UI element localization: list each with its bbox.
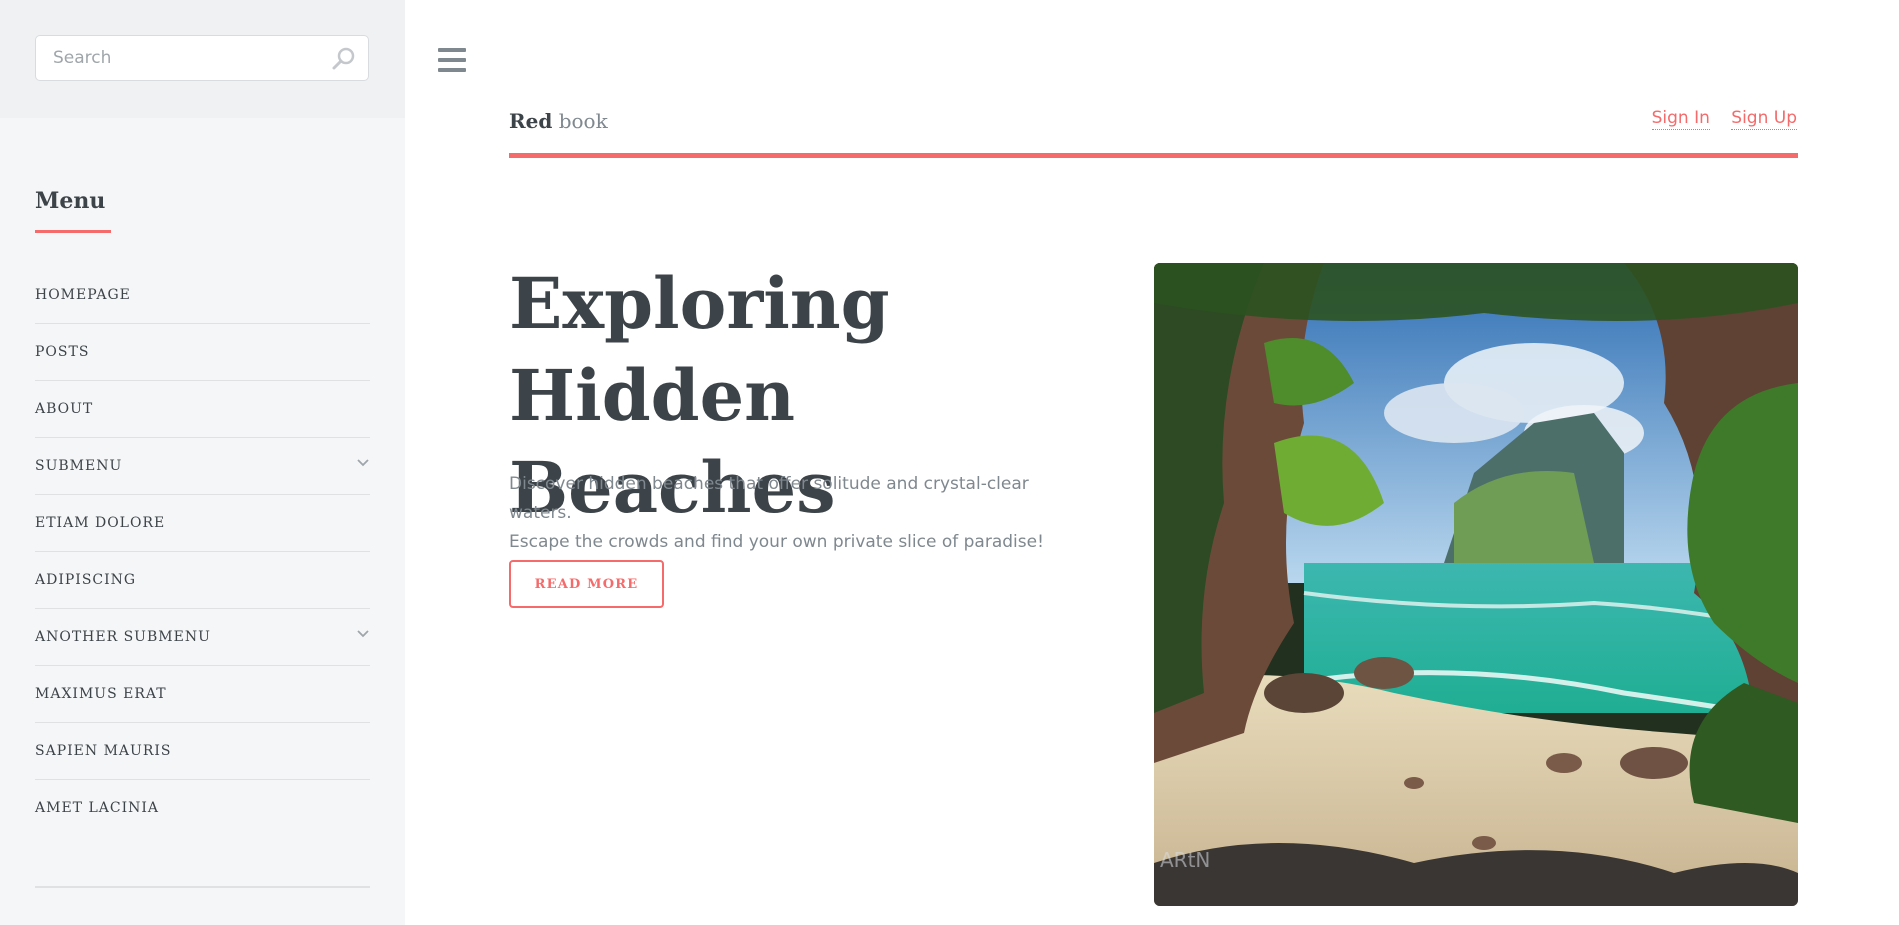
menu-item-adipiscing[interactable]: ADIPISCING <box>35 552 370 609</box>
banner-description-line2: Escape the crowds and find your own priv… <box>509 532 1044 552</box>
search-input[interactable] <box>36 36 333 80</box>
read-more-button[interactable]: READ MORE <box>509 560 664 608</box>
menu-item-amet-lacinia[interactable]: AMET LACINIA <box>35 780 370 837</box>
menu-item-label: ANOTHER SUBMENU <box>35 629 211 645</box>
chevron-down-icon[interactable] <box>356 456 370 470</box>
menu-item-another-submenu[interactable]: ANOTHER SUBMENU <box>35 609 370 666</box>
menu-item-maximus-erat[interactable]: MAXIMUS ERAT <box>35 666 370 723</box>
sign-in-link[interactable]: Sign In <box>1651 108 1710 130</box>
menu-item-submenu[interactable]: SUBMENU <box>35 438 370 495</box>
menu-item-label: AMET LACINIA <box>35 800 159 816</box>
menu-item-about[interactable]: ABOUT <box>35 381 370 438</box>
menu-item-label: ADIPISCING <box>35 572 137 588</box>
image-signature: ARtN <box>1160 848 1210 872</box>
menu-item-label: HOMEPAGE <box>35 287 131 303</box>
sign-up-link[interactable]: Sign Up <box>1731 108 1797 130</box>
search-section <box>0 0 405 118</box>
chevron-down-icon[interactable] <box>356 627 370 641</box>
hero-image: ARtN <box>1154 263 1798 906</box>
sidebar-divider <box>35 886 370 888</box>
banner-title-line1: Exploring <box>509 262 890 345</box>
beach-cove-illustration: ARtN <box>1154 263 1798 906</box>
menu-item-homepage[interactable]: HOMEPAGE <box>35 267 370 324</box>
auth-links: Sign In Sign Up <box>1636 108 1797 130</box>
menu-item-label: ABOUT <box>35 401 94 417</box>
logo-strong: Red <box>509 109 553 133</box>
search-box <box>35 35 369 81</box>
menu-title-underline <box>35 230 111 233</box>
menu-item-label: SAPIEN MAURIS <box>35 743 172 759</box>
menu-item-sapien-mauris[interactable]: SAPIEN MAURIS <box>35 723 370 780</box>
logo-light: book <box>558 109 608 133</box>
menu-item-posts[interactable]: POSTS <box>35 324 370 381</box>
header-divider <box>509 153 1798 158</box>
menu-item-label: ETIAM DOLORE <box>35 515 166 531</box>
menu-item-label: MAXIMUS ERAT <box>35 686 167 702</box>
banner-description-line1: Discover hidden beaches that offer solit… <box>509 474 1029 523</box>
site-logo[interactable]: Red book <box>509 109 608 133</box>
search-icon[interactable] <box>330 45 358 73</box>
sidebar: Menu HOMEPAGE POSTS ABOUT SUBMENU ETIAM … <box>0 0 405 925</box>
menu-list: HOMEPAGE POSTS ABOUT SUBMENU ETIAM DOLOR… <box>35 267 370 837</box>
hamburger-menu-icon[interactable] <box>436 46 468 74</box>
banner-description: Discover hidden beaches that offer solit… <box>509 470 1089 557</box>
menu-item-etiam-dolore[interactable]: ETIAM DOLORE <box>35 495 370 552</box>
menu-item-label: POSTS <box>35 344 90 360</box>
menu-item-label: SUBMENU <box>35 458 123 474</box>
menu-title: Menu <box>35 188 106 214</box>
